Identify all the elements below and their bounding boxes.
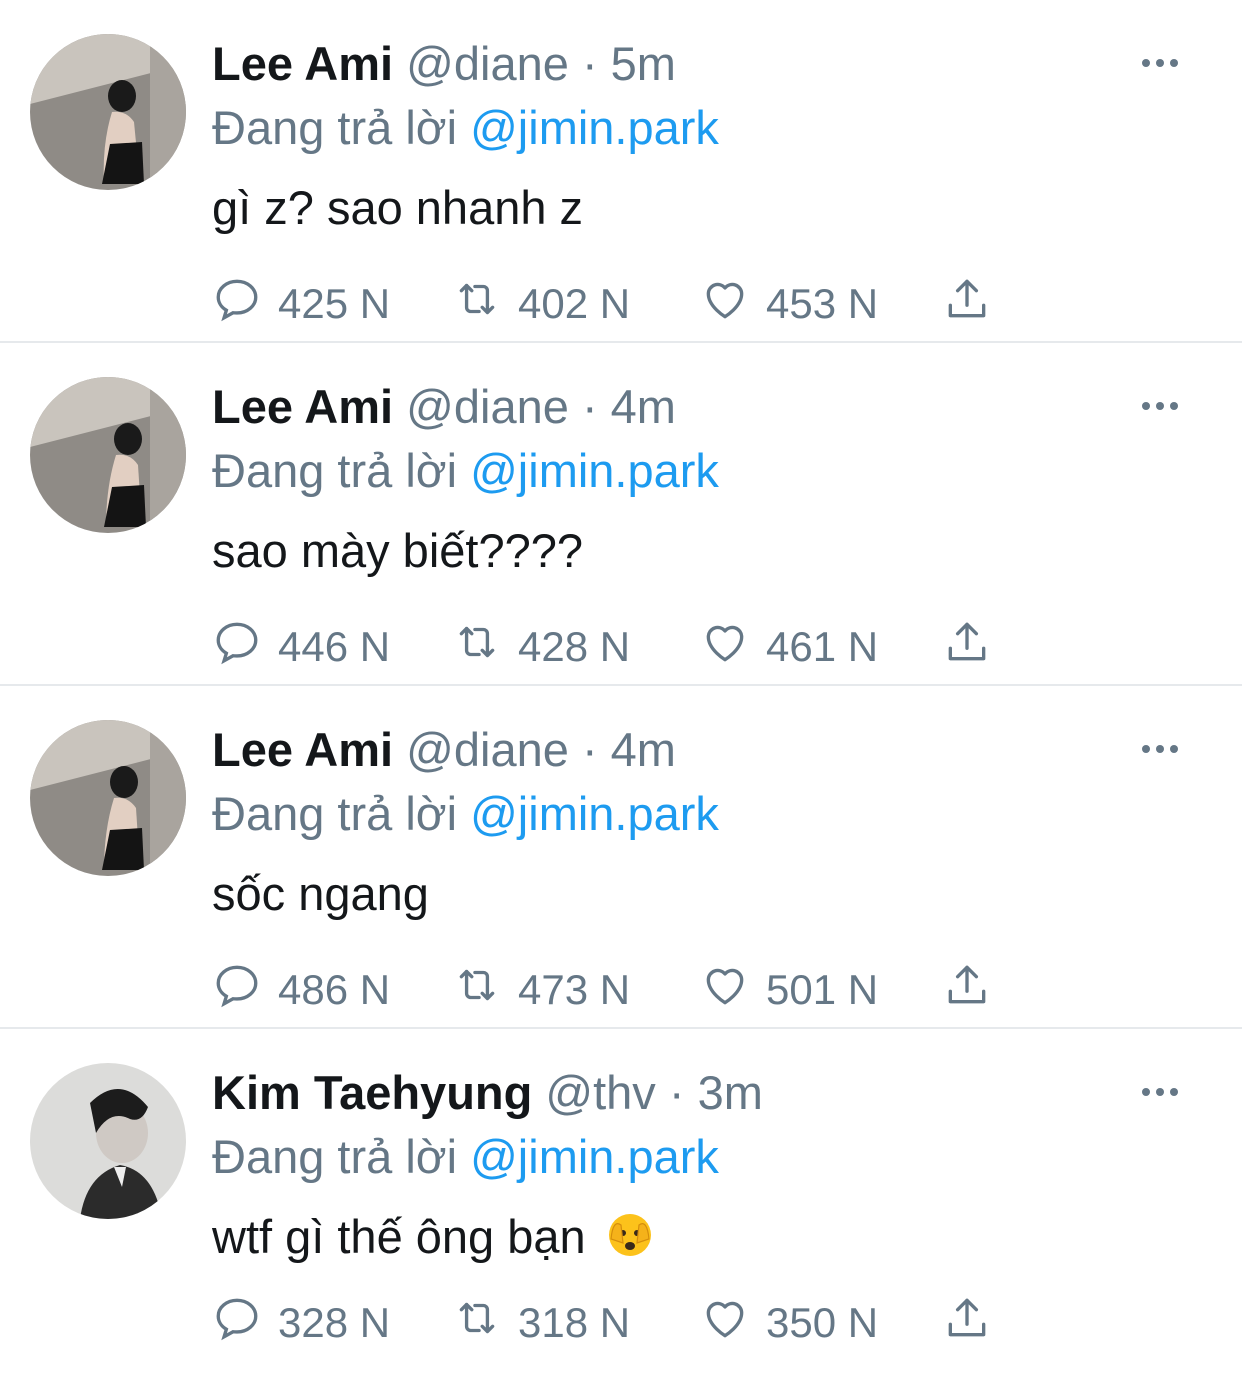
tweet-feed: Lee Ami @diane · 5m Đang trả lời @jimin.… (0, 0, 1242, 1389)
retweet-icon (452, 960, 518, 1020)
mention-link[interactable]: @jimin.park (470, 1130, 719, 1183)
reply-icon (212, 274, 278, 334)
reply-count: 328 N (278, 1299, 391, 1346)
share-icon (942, 617, 1008, 677)
like-button[interactable]: 461 N (700, 619, 878, 675)
mention-link[interactable]: @jimin.park (470, 787, 719, 840)
user-handle[interactable]: @thv (545, 1066, 655, 1119)
timestamp[interactable]: 5m (611, 37, 676, 90)
tweet[interactable]: Lee Ami @diane · 4m Đang trả lời @jimin.… (0, 343, 1242, 686)
timestamp[interactable]: 4m (611, 723, 676, 776)
retweet-count: 402 N (518, 280, 631, 327)
display-name[interactable]: Lee Ami (212, 723, 393, 776)
replying-to-label: Đang trả lời (212, 787, 458, 840)
separator-dot: · (581, 723, 598, 776)
tweet-text: gì z? sao nhanh z (212, 181, 584, 234)
share-button[interactable] (942, 962, 1008, 1018)
reply-button[interactable]: 486 N (212, 962, 390, 1018)
retweet-button[interactable]: 318 N (452, 1295, 630, 1351)
avatar[interactable] (30, 377, 186, 533)
retweet-button[interactable]: 473 N (452, 962, 630, 1018)
display-name[interactable]: Kim Taehyung (212, 1066, 532, 1119)
like-count: 501 N (766, 966, 879, 1013)
display-name[interactable]: Lee Ami (212, 380, 393, 433)
tweet[interactable]: Kim Taehyung @thv · 3m Đang trả lời @jim… (0, 1029, 1242, 1389)
avatar[interactable] (30, 720, 186, 876)
replying-to: Đang trả lời @jimin.park (212, 100, 719, 156)
mention-link[interactable]: @jimin.park (470, 444, 719, 497)
replying-to-label: Đang trả lời (212, 1130, 458, 1183)
replying-to: Đang trả lời @jimin.park (212, 1129, 719, 1185)
separator-dot: · (581, 37, 598, 90)
tweet-header: Lee Ami @diane · 4m (212, 379, 676, 435)
user-handle[interactable]: @diane (406, 723, 569, 776)
tweet-text: sốc ngang (212, 867, 429, 920)
reply-count: 425 N (278, 280, 391, 327)
share-button[interactable] (942, 276, 1008, 332)
reply-count: 486 N (278, 966, 391, 1013)
more-options-button[interactable] (1140, 391, 1180, 421)
timestamp[interactable]: 4m (611, 380, 676, 433)
separator-dot: · (581, 380, 598, 433)
share-button[interactable] (942, 1295, 1008, 1351)
tweet-header: Lee Ami @diane · 5m (212, 36, 676, 92)
reply-count: 446 N (278, 623, 391, 670)
heart-icon (700, 617, 766, 677)
reply-icon (212, 1293, 278, 1353)
reply-button[interactable]: 446 N (212, 619, 390, 675)
retweet-button[interactable]: 428 N (452, 619, 630, 675)
more-options-button[interactable] (1140, 48, 1180, 78)
tweet-text: wtf gì thế ông bạn (212, 1209, 655, 1265)
heart-icon (700, 1293, 766, 1353)
avatar[interactable] (30, 1063, 186, 1219)
user-handle[interactable]: @diane (406, 380, 569, 433)
like-button[interactable]: 453 N (700, 276, 878, 332)
more-options-button[interactable] (1140, 734, 1180, 764)
like-button[interactable]: 501 N (700, 962, 878, 1018)
retweet-count: 318 N (518, 1299, 631, 1346)
tweet-actions: 425 N 402 N 453 N (212, 276, 1012, 332)
display-name[interactable]: Lee Ami (212, 37, 393, 90)
like-count: 461 N (766, 623, 879, 670)
share-button[interactable] (942, 619, 1008, 675)
replying-to: Đang trả lời @jimin.park (212, 786, 719, 842)
more-options-button[interactable] (1140, 1077, 1180, 1107)
share-icon (942, 960, 1008, 1020)
mention-link[interactable]: @jimin.park (470, 101, 719, 154)
retweet-count: 473 N (518, 966, 631, 1013)
heart-icon (700, 960, 766, 1020)
tweet-header: Lee Ami @diane · 4m (212, 722, 676, 778)
reply-icon (212, 617, 278, 677)
retweet-icon (452, 617, 518, 677)
like-button[interactable]: 350 N (700, 1295, 878, 1351)
replying-to-label: Đang trả lời (212, 101, 458, 154)
user-handle[interactable]: @diane (406, 37, 569, 90)
share-icon (942, 1293, 1008, 1353)
face-peeking-emoji (605, 1209, 655, 1259)
tweet-actions: 328 N 318 N 350 N (212, 1295, 1012, 1351)
heart-icon (700, 274, 766, 334)
avatar[interactable] (30, 34, 186, 190)
tweet-actions: 486 N 473 N 501 N (212, 962, 1012, 1018)
share-icon (942, 274, 1008, 334)
tweet[interactable]: Lee Ami @diane · 5m Đang trả lời @jimin.… (0, 0, 1242, 343)
replying-to-label: Đang trả lời (212, 444, 458, 497)
tweet-text-content: wtf gì thế ông bạn (212, 1210, 586, 1263)
replying-to: Đang trả lời @jimin.park (212, 443, 719, 499)
reply-button[interactable]: 328 N (212, 1295, 390, 1351)
retweet-button[interactable]: 402 N (452, 276, 630, 332)
reply-button[interactable]: 425 N (212, 276, 390, 332)
tweet-text: sao mày biết???? (212, 524, 584, 577)
timestamp[interactable]: 3m (698, 1066, 763, 1119)
retweet-icon (452, 1293, 518, 1353)
like-count: 350 N (766, 1299, 879, 1346)
tweet-actions: 446 N 428 N 461 N (212, 619, 1012, 675)
tweet-header: Kim Taehyung @thv · 3m (212, 1065, 763, 1121)
retweet-icon (452, 274, 518, 334)
separator-dot: · (668, 1066, 685, 1119)
retweet-count: 428 N (518, 623, 631, 670)
reply-icon (212, 960, 278, 1020)
tweet[interactable]: Lee Ami @diane · 4m Đang trả lời @jimin.… (0, 686, 1242, 1029)
like-count: 453 N (766, 280, 879, 327)
